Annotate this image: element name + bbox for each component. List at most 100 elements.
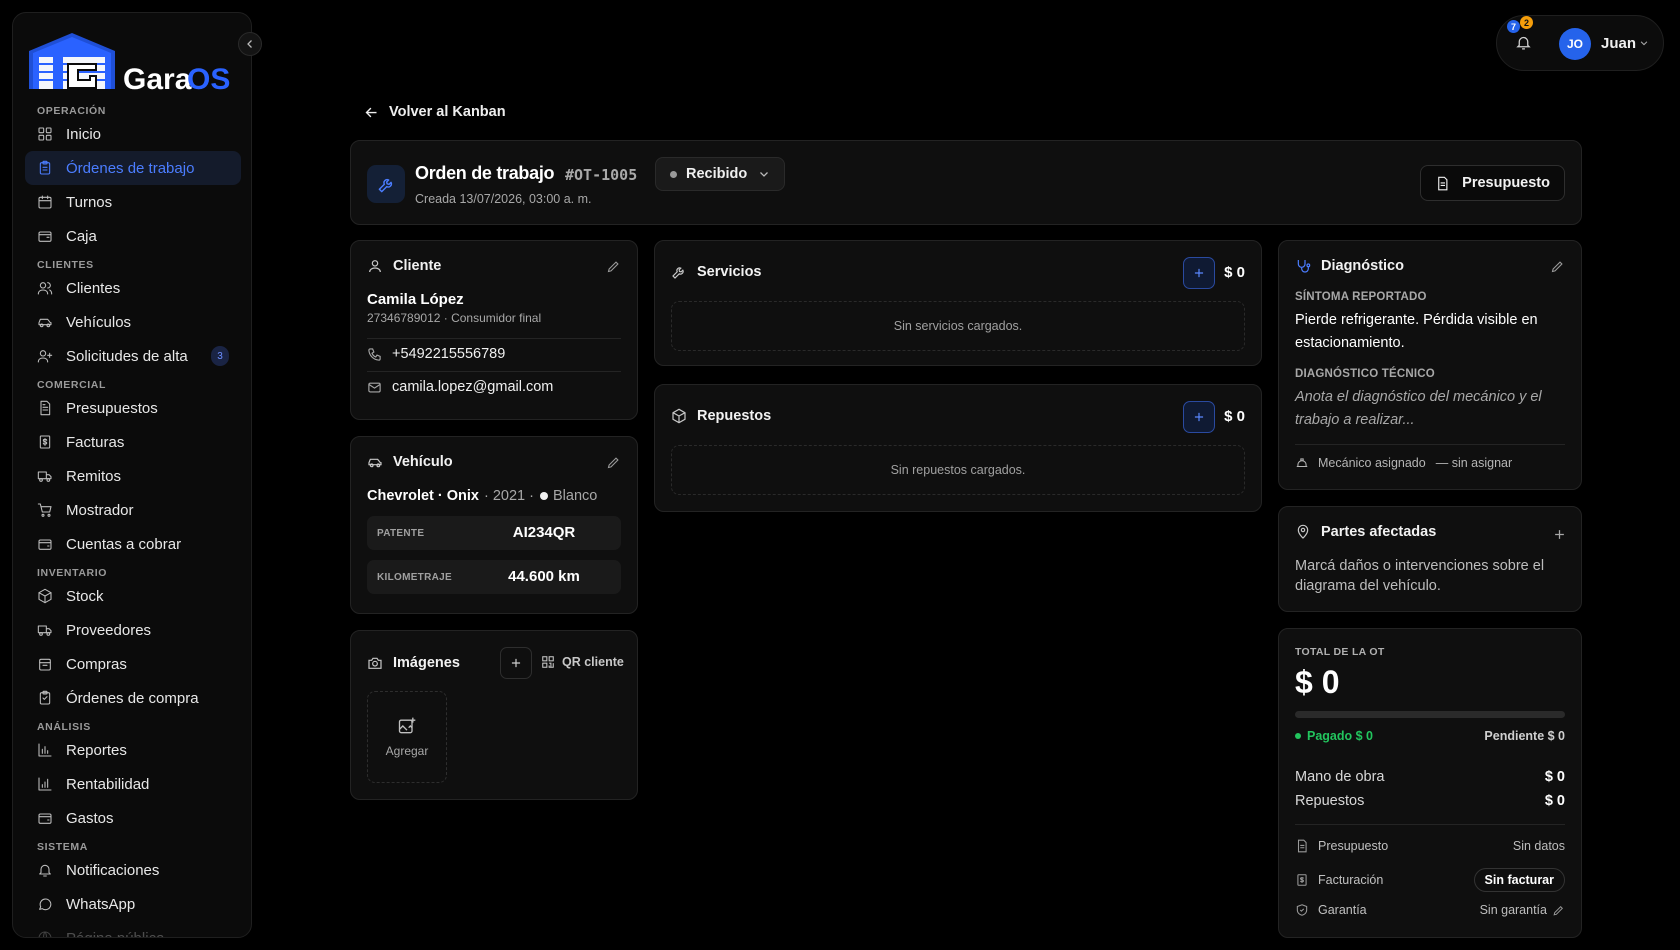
sidebar-item-whatsapp[interactable]: WhatsApp <box>25 887 241 921</box>
box-icon <box>672 408 686 424</box>
users-icon <box>37 282 53 295</box>
sidebar-item-label: Compras <box>66 655 127 673</box>
sidebar: Gara OS OPERACIÓN Inicio Órdenes de trab… <box>12 12 252 938</box>
billing-status-button[interactable]: Sin facturar <box>1473 868 1565 892</box>
sidebar-item-compras[interactable]: Compras <box>25 647 241 681</box>
sidebar-item-label: Inicio <box>66 125 102 143</box>
sidebar-item-solicitudes[interactable]: Solicitudes de alta 3 <box>25 339 241 373</box>
sidebar-item-inicio[interactable]: Inicio <box>25 117 241 151</box>
edit-vehicle-button[interactable] <box>606 455 621 470</box>
vehicle-color: Blanco <box>552 488 598 504</box>
sidebar-item-label: Mostrador <box>66 501 134 519</box>
arrow-left-icon <box>365 107 377 117</box>
notifications-button[interactable] <box>1515 34 1532 51</box>
calendar-icon <box>38 195 52 209</box>
pencil-icon <box>607 457 619 469</box>
budget-row[interactable]: Presupuesto Sin datos <box>1295 839 1565 853</box>
tech-diagnosis-input[interactable]: Anota el diagnóstico del mecánico y el t… <box>1295 386 1567 432</box>
vehicle-summary: Chevrolet · Onix · 2021 · Blanco <box>367 488 597 504</box>
client-email[interactable]: camila.lopez@gmail.com <box>367 379 553 395</box>
svg-text:Gara: Gara <box>123 63 192 95</box>
truck-icon <box>37 471 52 482</box>
bar-chart-icon <box>38 777 52 791</box>
back-link-label: Volver al Kanban <box>389 104 506 120</box>
qr-client-button[interactable]: QR cliente <box>541 655 624 669</box>
back-to-kanban-link[interactable]: Volver al Kanban <box>364 104 506 120</box>
plate-value: AI234QR <box>512 524 576 541</box>
total-card: TOTAL DE LA OT $ 0 Pagado $ 0 Pendiente … <box>1278 628 1582 938</box>
sidebar-item-label: Remitos <box>66 467 122 485</box>
sidebar-item-caja[interactable]: Caja <box>25 219 241 253</box>
client-phone[interactable]: +5492215556789 <box>367 346 505 362</box>
plus-icon <box>1194 268 1204 278</box>
sidebar-item-cuentas[interactable]: Cuentas a cobrar <box>25 527 241 561</box>
chevron-down-icon <box>760 172 769 177</box>
hardhat-icon <box>1296 458 1308 468</box>
edit-warranty-button[interactable]: Sin garantía <box>1480 903 1565 917</box>
status-dot <box>670 170 677 178</box>
user-icon <box>369 260 381 273</box>
grid-icon <box>38 127 52 141</box>
sidebar-item-notificaciones[interactable]: Notificaciones <box>25 853 241 887</box>
section-sistema: SISTEMA <box>37 841 88 853</box>
document-icon <box>1297 839 1307 853</box>
sidebar-item-ordenes-compra[interactable]: Órdenes de compra <box>25 681 241 715</box>
edit-diagnosis-button[interactable] <box>1550 259 1565 274</box>
collapse-sidebar-button[interactable] <box>238 32 262 56</box>
paid-dot <box>1295 733 1301 739</box>
sidebar-item-ordenes[interactable]: Órdenes de trabajo <box>25 151 241 185</box>
plus-icon <box>1194 412 1204 422</box>
sidebar-item-presupuestos[interactable]: Presupuestos <box>25 391 241 425</box>
box-icon <box>38 588 52 604</box>
sidebar-item-clientes[interactable]: Clientes <box>25 271 241 305</box>
add-affected-part-button[interactable] <box>1552 527 1567 542</box>
add-image-button[interactable] <box>500 647 532 679</box>
sidebar-item-rentabilidad[interactable]: Rentabilidad <box>25 767 241 801</box>
garaos-logo[interactable]: Gara OS <box>27 27 242 95</box>
sidebar-item-turnos[interactable]: Turnos <box>25 185 241 219</box>
mechanic-assigned[interactable]: Mecánico asignado — sin asignar <box>1295 456 1512 470</box>
sidebar-item-facturas[interactable]: Facturas <box>25 425 241 459</box>
billing-row: Facturación Sin facturar <box>1295 868 1565 892</box>
sidebar-item-reportes[interactable]: Reportes <box>25 733 241 767</box>
sidebar-item-gastos[interactable]: Gastos <box>25 801 241 835</box>
images-card: Imágenes QR cliente Agregar <box>350 630 638 800</box>
plus-icon <box>1555 530 1564 539</box>
sidebar-item-proveedores[interactable]: Proveedores <box>25 613 241 647</box>
sidebar-item-label: Caja <box>66 227 97 245</box>
symptom-label: SÍNTOMA REPORTADO <box>1295 291 1427 303</box>
cart-icon <box>37 503 52 517</box>
sidebar-item-label: Reportes <box>66 741 127 759</box>
budget-button-label: Presupuesto <box>1462 175 1550 191</box>
add-service-button[interactable] <box>1183 257 1215 289</box>
budget-button[interactable]: Presupuesto <box>1420 165 1565 201</box>
invoice-icon <box>1297 874 1307 886</box>
vehicle-make-model: Chevrolet · Onix <box>367 488 479 504</box>
vehicle-card: Vehículo Chevrolet · Onix · 2021 · Blanc… <box>350 436 638 614</box>
sidebar-item-label: Solicitudes de alta <box>66 347 188 365</box>
mileage-field: KILOMETRAJE 44.600 km <box>367 560 621 594</box>
affected-parts-card: Partes afectadas Marcá daños o intervenc… <box>1278 506 1582 612</box>
sidebar-item-remitos[interactable]: Remitos <box>25 459 241 493</box>
diagnosis-card-title: Diagnóstico <box>1295 258 1404 274</box>
section-inventario: INVENTARIO <box>37 567 107 579</box>
edit-client-button[interactable] <box>606 259 621 274</box>
sidebar-item-vehiculos[interactable]: Vehículos <box>25 305 241 339</box>
notif-count-orange: 2 <box>1520 16 1533 29</box>
sidebar-item-stock[interactable]: Stock <box>25 579 241 613</box>
avatar[interactable]: JO <box>1559 28 1591 60</box>
add-part-button[interactable] <box>1183 401 1215 433</box>
document-icon <box>40 400 51 416</box>
chevron-down-icon[interactable] <box>1639 38 1649 48</box>
user-name[interactable]: Juan <box>1601 35 1636 52</box>
truck-icon <box>37 625 52 636</box>
sidebar-item-pagina-publica[interactable]: Página pública <box>25 921 241 937</box>
status-dropdown[interactable]: Recibido <box>655 157 786 191</box>
section-comercial: COMERCIAL <box>37 379 106 391</box>
pencil-icon <box>1551 261 1563 273</box>
add-image-tile[interactable]: Agregar <box>367 691 447 783</box>
sidebar-item-mostrador[interactable]: Mostrador <box>25 493 241 527</box>
svg-text:OS: OS <box>187 63 230 95</box>
shield-icon <box>1296 904 1308 916</box>
clipboard-icon <box>39 690 51 705</box>
